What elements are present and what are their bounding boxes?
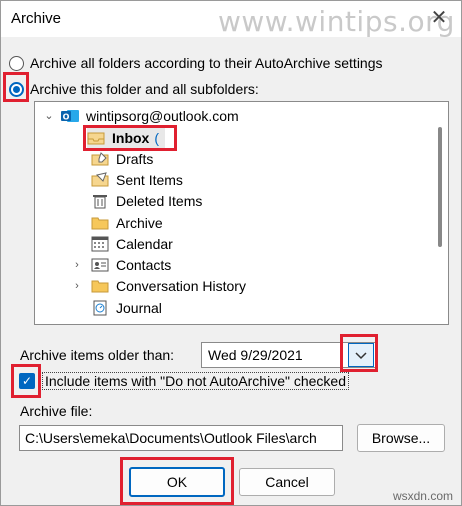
radio-archive-folder[interactable]: Archive this folder and all subfolders:: [9, 79, 259, 99]
tree-item-label: Conversation History: [116, 277, 246, 294]
title-bar: Archive www.wintips.org ✕: [1, 1, 461, 38]
account-name: wintipsorg@outlook.com: [86, 107, 239, 124]
watermark: www.wintips.org: [218, 5, 455, 38]
tree-item-archive[interactable]: Archive: [91, 212, 163, 233]
radio-archive-all-label: Archive all folders according to their A…: [30, 55, 383, 71]
tree-item-journal[interactable]: Journal: [91, 297, 162, 318]
chevron-right-icon[interactable]: ›: [71, 280, 83, 292]
tree-account-row[interactable]: ⌄ O wintipsorg@outlook.com: [43, 105, 239, 126]
tree-item-label: Sent Items: [116, 171, 183, 188]
tree-item-deleted-items[interactable]: Deleted Items: [91, 190, 202, 211]
drafts-icon: [91, 151, 109, 167]
archive-dialog: Archive www.wintips.org ✕ Archive all fo…: [0, 0, 462, 506]
older-than-label: Archive items older than:: [20, 347, 175, 363]
footer-watermark: wsxdn.com: [392, 489, 453, 503]
sent-items-icon: [91, 171, 109, 188]
tree-item-contacts[interactable]: › Contacts: [71, 254, 171, 275]
journal-icon: [91, 300, 109, 316]
dialog-title: Archive: [11, 10, 62, 27]
archive-file-label: Archive file:: [20, 403, 93, 419]
tree-item-drafts[interactable]: Drafts: [91, 148, 153, 169]
tree-item-label: Drafts: [116, 150, 154, 167]
tree-scrollbar[interactable]: [438, 127, 442, 247]
radio-archive-all[interactable]: Archive all folders according to their A…: [9, 53, 383, 73]
chevron-down-icon[interactable]: ⌄: [43, 109, 55, 122]
outlook-icon: O: [61, 108, 79, 124]
folder-icon: [91, 278, 109, 294]
contacts-icon: [91, 257, 109, 273]
tree-item-label: Deleted Items: [116, 192, 203, 209]
cancel-button[interactable]: Cancel: [239, 468, 335, 496]
tree-item-label: Calendar: [116, 235, 173, 252]
older-than-date-value: Wed 9/29/2021: [208, 347, 303, 363]
tree-item-calendar[interactable]: Calendar: [91, 233, 173, 254]
highlight-checkbox-box: [11, 364, 41, 398]
chevron-right-icon[interactable]: ›: [71, 259, 83, 271]
radio-archive-folder-label: Archive this folder and all subfolders:: [30, 81, 259, 97]
close-button[interactable]: ✕: [425, 5, 453, 31]
include-items-label: Include items with "Do not AutoArchive" …: [42, 372, 349, 390]
folder-tree[interactable]: ⌄ O wintipsorg@outlook.com Inbox ( Draft…: [34, 101, 449, 325]
browse-button[interactable]: Browse...: [357, 424, 445, 452]
svg-text:O: O: [63, 112, 70, 121]
highlight-dropdown-box: [340, 334, 378, 372]
tree-item-label: Journal: [116, 299, 162, 316]
tree-item-conversation-history[interactable]: › Conversation History: [71, 275, 246, 296]
highlight-radio-box: [3, 72, 29, 102]
deleted-items-icon: [91, 193, 109, 209]
tree-item-label: Archive: [116, 214, 163, 231]
calendar-icon: [91, 236, 109, 252]
radio-archive-all-circle[interactable]: [9, 55, 24, 71]
tree-item-sent-items[interactable]: Sent Items: [91, 169, 183, 190]
archive-file-path-input[interactable]: C:\Users\emeka\Documents\Outlook Files\a…: [19, 425, 343, 451]
tree-item-label: Contacts: [116, 256, 172, 273]
highlight-ok-box: [120, 457, 234, 505]
folder-icon: [91, 215, 109, 231]
